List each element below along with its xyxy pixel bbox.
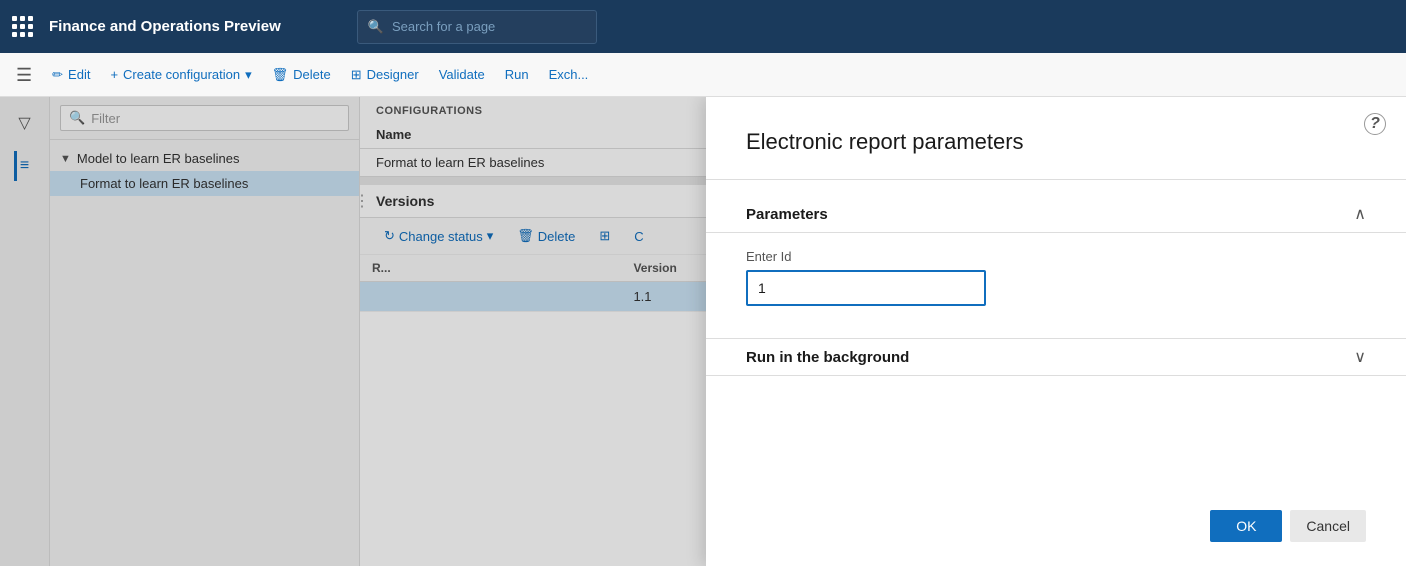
edit-button[interactable]: ✏ Edit — [44, 62, 98, 88]
dropdown-arrow-icon: ▾ — [245, 67, 252, 83]
app-title: Finance and Operations Preview — [49, 18, 281, 35]
run-background-section: Run in the background ∨ — [746, 314, 1366, 376]
designer-button[interactable]: ⊞ Designer — [343, 62, 427, 88]
parameters-section: Parameters ∧ Enter Id — [746, 196, 1366, 306]
designer-icon: ⊞ — [351, 67, 362, 83]
hamburger-button[interactable]: ☰ — [8, 61, 40, 89]
parameters-title: Parameters — [746, 206, 828, 223]
trash-icon: 🗑 — [272, 67, 289, 83]
plus-icon: + — [110, 67, 118, 82]
exchange-button[interactable]: Exch... — [541, 62, 597, 87]
topbar: Finance and Operations Preview 🔍 — [0, 0, 1406, 53]
modal-footer: OK Cancel — [746, 494, 1366, 542]
modal-overlay: ? Electronic report parameters Parameter… — [0, 97, 1406, 566]
run-background-section-header[interactable]: Run in the background ∨ — [746, 339, 1366, 375]
run-background-title: Run in the background — [746, 349, 909, 366]
modal-top-divider — [706, 179, 1406, 180]
cancel-button[interactable]: Cancel — [1290, 510, 1366, 542]
parameters-chevron-icon: ∧ — [1354, 204, 1366, 224]
run-background-chevron-icon: ∨ — [1354, 347, 1366, 367]
parameters-divider — [706, 232, 1406, 233]
main-toolbar: ☰ ✏ Edit + Create configuration ▾ 🗑 Dele… — [0, 53, 1406, 97]
delete-button[interactable]: 🗑 Delete — [264, 62, 339, 88]
main-area: ▽ ≡ 🔍 ▼ Model to learn ER baselines Form… — [0, 97, 1406, 566]
enter-id-label: Enter Id — [746, 249, 1366, 264]
validate-button[interactable]: Validate — [431, 62, 493, 87]
enter-id-input[interactable] — [746, 270, 986, 306]
create-config-button[interactable]: + Create configuration ▾ — [102, 62, 259, 88]
edit-icon: ✏ — [52, 67, 63, 83]
run-background-bottom-divider — [706, 375, 1406, 376]
modal-panel: ? Electronic report parameters Parameter… — [706, 97, 1406, 566]
apps-grid-icon[interactable] — [12, 16, 33, 37]
help-button[interactable]: ? — [1364, 113, 1386, 135]
modal-title: Electronic report parameters — [746, 129, 1366, 155]
enter-id-field: Enter Id — [746, 249, 1366, 306]
ok-button[interactable]: OK — [1210, 510, 1282, 542]
parameters-section-header[interactable]: Parameters ∧ — [746, 196, 1366, 232]
search-bar[interactable]: 🔍 — [357, 10, 597, 44]
search-icon: 🔍 — [368, 19, 384, 35]
run-button[interactable]: Run — [497, 62, 537, 87]
search-input[interactable] — [392, 19, 586, 34]
